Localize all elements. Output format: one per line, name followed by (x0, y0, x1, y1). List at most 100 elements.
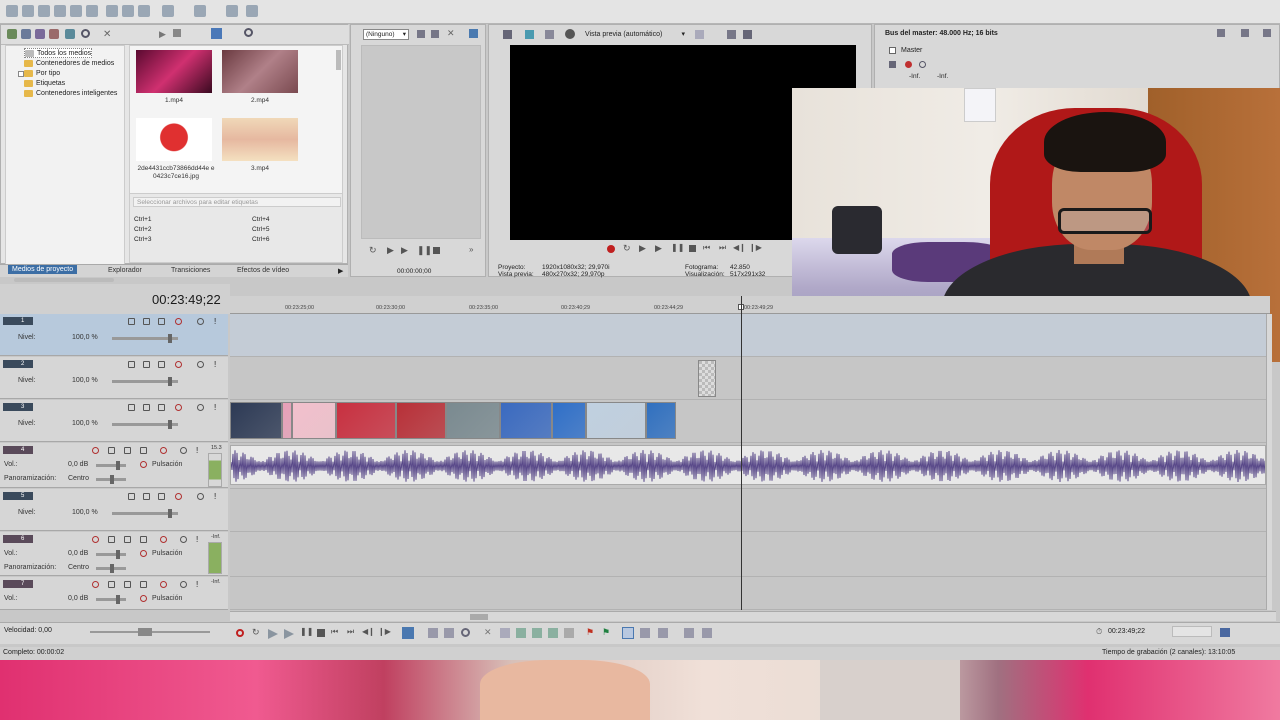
video-clip[interactable] (500, 402, 552, 439)
track-fx-icon[interactable] (143, 493, 150, 500)
get-media-icon[interactable] (35, 29, 45, 39)
loop-icon[interactable]: ↻ (369, 245, 377, 256)
pan-slider[interactable] (96, 564, 126, 573)
mode-value[interactable]: Pulsación (152, 461, 182, 468)
track-compositing-icon[interactable] (158, 361, 165, 368)
master-settings-icon[interactable] (1217, 29, 1225, 37)
track-header[interactable]: 5 ! Nivel: 100,0 % (0, 489, 228, 531)
go-to-start-icon[interactable]: ⏮ (703, 243, 710, 253)
play-from-start-icon[interactable] (268, 629, 278, 639)
slider-knob[interactable] (168, 334, 172, 343)
search-icon[interactable] (81, 29, 90, 38)
solo-icon[interactable]: ! (196, 535, 198, 544)
lock-icon[interactable] (564, 628, 574, 638)
track-envelope-icon[interactable] (160, 536, 167, 543)
track-automation-icon[interactable] (140, 447, 147, 454)
play-icon[interactable]: ▶ (401, 245, 408, 256)
level-slider[interactable] (112, 377, 178, 386)
track-header[interactable]: 6 ! -Inf. Vol.: 0,0 dB Pulsación Panoram… (0, 532, 228, 576)
play-from-start-icon[interactable]: ▶ (639, 243, 646, 254)
mute-icon[interactable] (197, 493, 204, 500)
context-help-icon[interactable] (246, 5, 258, 17)
mute-icon[interactable] (197, 318, 204, 325)
track-automation-icon[interactable] (140, 581, 147, 588)
media-thumbnail[interactable]: 2.mp4 (222, 50, 298, 105)
timeline-lane[interactable] (230, 577, 1270, 610)
video-clip[interactable] (230, 402, 282, 439)
volume-slider[interactable] (96, 595, 126, 604)
slider-knob[interactable] (168, 509, 172, 518)
track-header[interactable]: 4 ! 15.3 Vol.: 0,0 dB Pulsación Panorami… (0, 443, 228, 488)
expand-icon[interactable] (18, 71, 24, 77)
marker-icon[interactable]: ⚑ (586, 627, 594, 638)
track-envelope-icon[interactable] (160, 581, 167, 588)
record-arm-icon[interactable] (92, 581, 99, 588)
stop-icon[interactable] (433, 247, 440, 254)
track-header[interactable]: 2 ! Nivel: 100,0 % (0, 357, 228, 399)
timeline-ruler[interactable]: 00:23:25;00 00:23:30;00 00:23:35;00 00:2… (230, 296, 1270, 314)
mute-icon[interactable] (180, 581, 187, 588)
go-to-end-icon[interactable]: ⏭ (719, 243, 726, 253)
ignore-grouping-icon[interactable] (702, 628, 712, 638)
solo-icon[interactable]: ! (214, 403, 216, 412)
volume-slider[interactable] (96, 461, 126, 470)
close-icon[interactable]: ✕ (103, 29, 111, 40)
tree-scrollbar[interactable] (14, 278, 114, 282)
auto-crossfade-icon[interactable] (640, 628, 650, 638)
view-icon[interactable] (211, 28, 222, 39)
timecode-display[interactable]: 00:23:49;22 (152, 292, 221, 307)
save-snapshot-icon[interactable] (743, 30, 752, 39)
loop-icon[interactable]: ↻ (252, 627, 260, 638)
record-arm-icon[interactable] (92, 447, 99, 454)
master-record-icon[interactable] (905, 61, 912, 68)
timeline-vertical-scrollbar[interactable] (1266, 314, 1272, 610)
render-icon[interactable] (70, 5, 82, 17)
capture-icon[interactable] (21, 29, 31, 39)
record-arm-icon[interactable] (92, 536, 99, 543)
track-fx-icon[interactable] (143, 361, 150, 368)
properties-icon[interactable] (86, 5, 98, 17)
selection-tool-icon[interactable] (444, 628, 454, 638)
media-thumbnail[interactable]: 1.mp4 (136, 50, 212, 105)
import-icon[interactable] (7, 29, 17, 39)
timeline-lane[interactable] (230, 489, 1270, 532)
ripple-icon[interactable] (658, 628, 668, 638)
media-grid-scrollbar[interactable] (336, 50, 341, 70)
track-header[interactable]: 7 ! -Inf. Vol.: 0,0 dB Pulsación (0, 577, 228, 610)
timeline-area[interactable] (230, 296, 1272, 610)
video-clip[interactable] (552, 402, 586, 439)
track-settings-icon[interactable] (175, 318, 182, 325)
next-frame-icon[interactable]: » (469, 245, 473, 254)
pause-icon[interactable]: ❚❚ (417, 245, 432, 256)
split-icon[interactable] (548, 628, 558, 638)
master-fx-icon[interactable] (889, 61, 896, 68)
region-icon[interactable]: ⚑ (602, 627, 610, 638)
mute-icon[interactable] (197, 404, 204, 411)
delete-icon[interactable]: ✕ (484, 627, 492, 638)
track-fx-icon[interactable] (143, 318, 150, 325)
edit-tool-icon[interactable] (402, 627, 414, 639)
play-icon[interactable]: ▶ (655, 243, 662, 254)
track-compositing-icon[interactable] (158, 493, 165, 500)
tree-item-all-media[interactable]: Todos los medios (24, 48, 93, 58)
solo-icon[interactable]: ! (214, 492, 216, 501)
track-fx-icon[interactable] (143, 404, 150, 411)
tree-item-by-type[interactable]: Por tipo (24, 68, 60, 78)
slider-knob[interactable] (116, 461, 120, 470)
solo-icon[interactable]: ! (214, 360, 216, 369)
trimmer-tool-icon[interactable] (417, 30, 425, 38)
preview-quality-icon[interactable] (565, 29, 575, 39)
zoom-tool-icon[interactable] (461, 628, 470, 637)
preview-display-icon[interactable] (525, 30, 534, 39)
slider-knob[interactable] (116, 550, 120, 559)
track-envelope-icon[interactable] (160, 447, 167, 454)
track-motion-icon[interactable] (128, 404, 135, 411)
timeline-lane[interactable] (230, 357, 1270, 400)
tree-item-smart-bins[interactable]: Contenedores inteligentes (24, 88, 117, 98)
new-icon[interactable] (6, 5, 18, 17)
master-menu-icon[interactable] (1263, 29, 1271, 37)
track-fx-icon[interactable] (108, 581, 115, 588)
copy-icon[interactable] (122, 5, 134, 17)
slider-knob[interactable] (116, 595, 120, 604)
prev-frame-icon[interactable]: ◀❙ (362, 627, 375, 636)
